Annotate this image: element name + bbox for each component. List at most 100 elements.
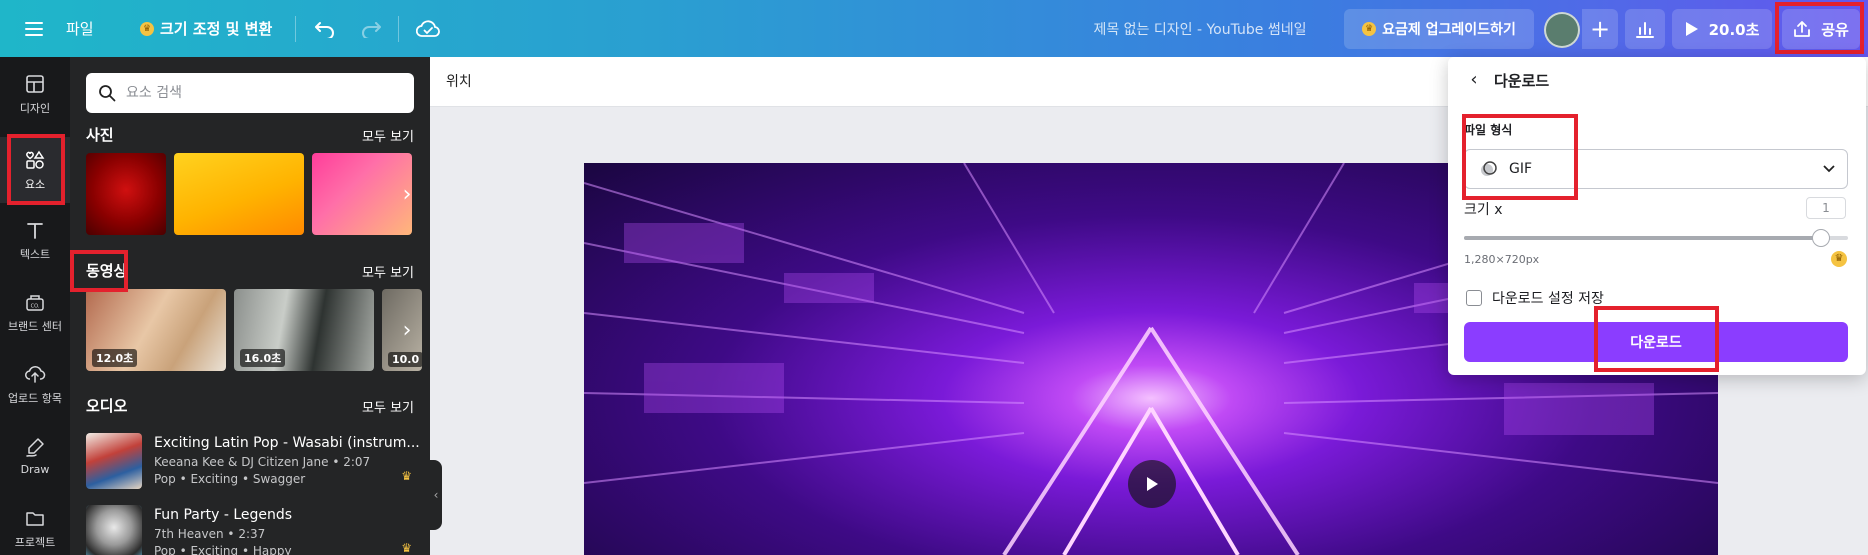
crown-icon: ♛ xyxy=(1362,22,1377,36)
video-thumbnail[interactable]: 16.0초 xyxy=(234,289,374,371)
audio-see-all-link[interactable]: 모두 보기 xyxy=(362,397,414,416)
audio-section-title: 오디오 xyxy=(86,397,128,415)
rail-label: 텍스트 xyxy=(19,247,51,261)
rail-item-brand[interactable]: CO. 브랜드 센터 xyxy=(0,279,70,345)
chevron-down-icon xyxy=(1823,161,1835,177)
file-type-label: 파일 형식 xyxy=(1464,123,1513,137)
save-settings-checkbox[interactable] xyxy=(1466,290,1482,306)
rail-label: 업로드 항목 xyxy=(7,391,63,405)
rail-item-design[interactable]: 디자인 xyxy=(0,61,70,127)
photo-thumbnail[interactable] xyxy=(174,153,304,235)
rail-item-uploads[interactable]: 업로드 항목 xyxy=(0,351,70,417)
brand-icon: CO. xyxy=(26,294,44,311)
album-art xyxy=(86,433,142,489)
back-chevron-icon[interactable]: ‹ xyxy=(1462,67,1486,91)
play-icon xyxy=(1685,22,1698,36)
rail-label: 디자인 xyxy=(19,101,51,115)
rail-item-draw[interactable]: Draw xyxy=(0,423,70,489)
slider-fill xyxy=(1464,236,1822,240)
elements-icon xyxy=(26,150,45,169)
present-play-button[interactable]: 20.0초 xyxy=(1672,9,1772,49)
video-thumbnail[interactable]: 12.0초 xyxy=(86,289,226,371)
audio-title: Exciting Latin Pop - Wasabi (instrum... xyxy=(154,435,420,451)
divider xyxy=(398,16,399,42)
insights-icon[interactable] xyxy=(1625,9,1665,49)
top-bar: 파일 ♛ 크기 조정 및 변환 제목 없는 디자인 - YouTube 썸네일 … xyxy=(0,0,1868,57)
share-label: 공유 xyxy=(1821,20,1849,39)
audio-artist: Keeana Kee & DJ Citizen Jane • 2:07 xyxy=(154,455,371,469)
cloud-saved-icon[interactable] xyxy=(410,0,446,57)
slider-knob[interactable] xyxy=(1812,229,1831,247)
rail-item-elements[interactable]: 요소 xyxy=(0,137,70,203)
upgrade-plan-button[interactable]: ♛ 요금제 업그레이드하기 xyxy=(1344,9,1534,49)
dimensions-text: 1,280×720px xyxy=(1464,253,1540,266)
audio-tags: Pop • Exciting • Happy xyxy=(154,544,292,555)
avatar[interactable] xyxy=(1544,12,1580,48)
upload-icon xyxy=(25,365,46,383)
video-duration: 12.0초 xyxy=(92,349,138,367)
audio-tags: Pop • Exciting • Swagger xyxy=(154,472,306,486)
file-type-select[interactable]: GIF xyxy=(1464,149,1848,189)
rail-item-projects[interactable]: 프로젝트 xyxy=(0,495,70,555)
redo-icon[interactable] xyxy=(354,0,388,57)
share-button[interactable]: 공유 xyxy=(1782,9,1860,49)
crown-icon: ♛ xyxy=(140,21,154,36)
save-settings-label: 다운로드 설정 저장 xyxy=(1492,291,1604,307)
audio-title: Fun Party - Legends xyxy=(154,507,293,523)
layout-icon xyxy=(26,74,44,93)
download-panel: ‹ 다운로드 파일 형식 GIF 크기 x 1 1,280×720px ♛ 다운… xyxy=(1448,57,1866,375)
upgrade-label: 요금제 업그레이드하기 xyxy=(1382,22,1516,38)
videos-next-chevron-icon[interactable]: › xyxy=(392,291,422,369)
folder-icon xyxy=(26,511,44,526)
play-icon xyxy=(1147,477,1158,491)
video-duration: 16.0초 xyxy=(240,349,286,367)
search-input[interactable] xyxy=(126,85,396,101)
rail-label: 요소 xyxy=(24,177,46,191)
size-label: 크기 x xyxy=(1464,202,1503,218)
size-input[interactable]: 1 xyxy=(1806,197,1846,219)
collapse-panel-handle[interactable]: ‹ xyxy=(430,460,442,530)
duration-label: 20.0초 xyxy=(1708,20,1760,39)
rail-item-text[interactable]: 텍스트 xyxy=(0,207,70,273)
crown-icon: ♛ xyxy=(401,541,412,555)
album-art xyxy=(86,505,142,555)
svg-text:CO.: CO. xyxy=(31,303,40,309)
size-slider[interactable] xyxy=(1464,229,1848,247)
audio-artist: 7th Heaven • 2:37 xyxy=(154,527,266,541)
save-settings-row[interactable]: 다운로드 설정 저장 xyxy=(1466,288,1604,308)
rail-label: 브랜드 센터 xyxy=(7,319,63,333)
crown-icon: ♛ xyxy=(1831,251,1847,267)
photos-section-title: 사진 xyxy=(86,126,114,144)
resize-button[interactable]: ♛ 크기 조정 및 변환 xyxy=(140,0,272,57)
videos-see-all-link[interactable]: 모두 보기 xyxy=(362,262,414,281)
videos-section-title: 동영상 xyxy=(86,262,128,280)
resize-label: 크기 조정 및 변환 xyxy=(160,20,273,38)
photos-next-chevron-icon[interactable]: › xyxy=(392,155,422,233)
add-collaborator-button[interactable]: + xyxy=(1582,9,1618,49)
position-button[interactable]: 위치 xyxy=(446,71,472,91)
download-button[interactable]: 다운로드 xyxy=(1464,322,1848,362)
search-box[interactable] xyxy=(86,73,414,113)
audio-list-item[interactable]: Exciting Latin Pop - Wasabi (instrum... … xyxy=(86,433,420,493)
divider xyxy=(295,16,296,42)
video-play-button[interactable] xyxy=(1128,460,1176,508)
search-icon xyxy=(99,85,116,102)
share-icon xyxy=(1794,21,1811,37)
crown-icon: ♛ xyxy=(401,469,412,483)
hamburger-icon[interactable] xyxy=(18,0,50,57)
file-type-value: GIF xyxy=(1509,161,1533,177)
gif-format-icon xyxy=(1481,161,1497,176)
rail-label: 프로젝트 xyxy=(14,535,56,549)
undo-icon[interactable] xyxy=(308,0,342,57)
file-menu-button[interactable]: 파일 xyxy=(66,0,94,57)
design-title[interactable]: 제목 없는 디자인 - YouTube 썸네일 xyxy=(1070,0,1330,57)
text-icon xyxy=(27,222,43,239)
audio-list-item[interactable]: Fun Party - Legends 7th Heaven • 2:37 Po… xyxy=(86,505,416,555)
photos-see-all-link[interactable]: 모두 보기 xyxy=(362,126,414,145)
draw-icon xyxy=(26,438,44,457)
left-rail: 디자인 요소 텍스트 CO. 브랜드 센터 업로드 항목 Draw 프로젝트 xyxy=(0,57,70,555)
photo-thumbnail[interactable] xyxy=(86,153,166,235)
rail-label: Draw xyxy=(20,463,50,476)
elements-panel: 사진 모두 보기 › 동영상 모두 보기 12.0초 16.0초 10.0 › … xyxy=(70,57,430,555)
download-panel-title: 다운로드 xyxy=(1494,72,1550,90)
